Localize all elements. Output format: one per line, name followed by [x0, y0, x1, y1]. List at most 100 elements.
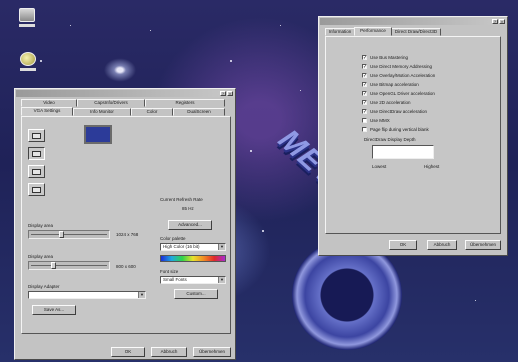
- checkbox[interactable]: ✓: [362, 55, 367, 61]
- tab-caps-info[interactable]: CapsInfo/Drivers: [77, 99, 145, 107]
- vga-settings-panel: Display area 1024 x 768 Display area 800…: [21, 116, 231, 334]
- tab-color[interactable]: Color: [131, 108, 173, 116]
- titlebar[interactable]: ? ×: [320, 18, 506, 25]
- tab-video[interactable]: Video: [21, 99, 77, 107]
- close-icon[interactable]: ×: [227, 91, 233, 96]
- font-area-label: Display area: [28, 254, 54, 259]
- cancel-button[interactable]: Abbruch: [151, 347, 187, 357]
- option-row[interactable]: ✓ Use DirectDraw acceleration: [362, 109, 428, 115]
- custom-button[interactable]: Custom...: [174, 289, 218, 299]
- checkbox[interactable]: ✓: [362, 100, 367, 106]
- close-icon[interactable]: ×: [499, 19, 505, 24]
- star: [475, 300, 476, 301]
- star: [70, 25, 71, 26]
- option-label: Use Direct Memory Addressing: [370, 64, 433, 69]
- option-label: Page flip during vertical blank: [370, 127, 429, 132]
- advanced-button[interactable]: Advanced...: [168, 220, 212, 230]
- option-row[interactable]: ✓ Use Overlay/Motion Acceleration: [362, 73, 436, 79]
- network-icon[interactable]: [18, 52, 38, 71]
- resolution-slider[interactable]: [28, 230, 110, 239]
- star: [300, 90, 301, 91]
- option-label: Use Overlay/Motion Acceleration: [370, 73, 436, 78]
- ok-button[interactable]: OK: [111, 347, 145, 357]
- font-area-value: 800 x 600: [116, 264, 136, 269]
- tab-direct-draw[interactable]: Direct Draw/Direct3D: [391, 28, 441, 36]
- color-spectrum: [160, 255, 226, 262]
- option-row[interactable]: ✓ Use OpenGL Driver acceleration: [362, 91, 435, 97]
- apply-button[interactable]: Übernehmen: [193, 347, 231, 357]
- computer-glyph: [19, 8, 35, 22]
- option-row[interactable]: ✓ Use Direct Memory Addressing: [362, 64, 433, 70]
- font-slider[interactable]: [28, 261, 110, 270]
- cancel-button[interactable]: Abbruch: [427, 240, 457, 250]
- screen-icon: [32, 168, 41, 175]
- screen-icon: [32, 150, 41, 157]
- option-label: Use 2D acceleration: [370, 100, 411, 105]
- monitor-preview: [84, 125, 112, 144]
- option-row[interactable]: Use MMX: [362, 118, 390, 123]
- chevron-down-icon: ▼: [218, 277, 225, 283]
- chevron-down-icon: ▼: [138, 292, 145, 298]
- view-button[interactable]: [28, 183, 45, 196]
- star: [280, 25, 281, 26]
- speed-left-label: Lowest: [372, 164, 387, 169]
- checkbox[interactable]: ✓: [362, 64, 367, 70]
- option-row[interactable]: ✓ Use Bus Mastering: [362, 55, 409, 61]
- titlebar[interactable]: ? ×: [16, 90, 234, 97]
- checkbox[interactable]: [362, 127, 367, 132]
- display-adapter-select[interactable]: ▼: [28, 291, 146, 299]
- my-computer-icon[interactable]: [17, 8, 37, 27]
- view-button[interactable]: [28, 165, 45, 178]
- checkbox[interactable]: ✓: [362, 91, 367, 97]
- slider-rail: [31, 265, 107, 266]
- option-row[interactable]: ✓ Use 2D acceleration: [362, 100, 411, 106]
- icon-caption: [20, 68, 36, 71]
- tab-information[interactable]: Information: [325, 28, 355, 36]
- option-label: Use Bus Mastering: [370, 55, 409, 60]
- resolution-value: 1024 x 768: [116, 232, 139, 237]
- font-size-select[interactable]: Small Fonts ▼: [160, 276, 226, 284]
- slider-thumb[interactable]: [59, 231, 64, 238]
- performance-window[interactable]: ? × Information Performance Direct Draw/…: [318, 16, 508, 256]
- tab-vga-settings[interactable]: VGA Settings: [21, 107, 73, 116]
- view-button[interactable]: [28, 147, 45, 160]
- display-properties-window[interactable]: ? × Video CapsInfo/Drivers Registers VGA…: [14, 88, 236, 360]
- option-label: Use OpenGL Driver acceleration: [370, 91, 435, 96]
- star: [150, 30, 151, 31]
- help-icon[interactable]: ?: [220, 91, 226, 96]
- view-button[interactable]: [28, 129, 45, 142]
- checkbox[interactable]: ✓: [362, 73, 367, 79]
- tab-info-monitor[interactable]: Info Monitor: [73, 108, 131, 116]
- screen-icon: [32, 186, 41, 193]
- tab-performance[interactable]: Performance: [354, 27, 392, 36]
- refresh-label: Current Refresh Rate: [160, 197, 203, 202]
- help-icon[interactable]: ?: [492, 19, 498, 24]
- speed-slider-box[interactable]: [372, 145, 434, 159]
- checkbox[interactable]: ✓: [362, 109, 367, 115]
- star: [250, 150, 252, 152]
- option-label: Use Bitmap acceleration: [370, 82, 419, 87]
- tab-registers[interactable]: Registers: [145, 99, 225, 107]
- color-palette-label: Color palette: [160, 236, 186, 241]
- save-as-button[interactable]: Save As...: [32, 305, 76, 315]
- slider-rail: [31, 234, 107, 235]
- network-glyph: [20, 52, 36, 66]
- checkbox[interactable]: ✓: [362, 82, 367, 88]
- color-palette-select[interactable]: High Color (16 bit) ▼: [160, 243, 226, 251]
- option-row[interactable]: Page flip during vertical blank: [362, 127, 429, 132]
- font-size-label: Font size: [160, 269, 179, 274]
- ok-button[interactable]: OK: [389, 240, 417, 250]
- checkbox[interactable]: [362, 118, 367, 123]
- screen-icon: [32, 132, 41, 139]
- performance-panel: ✓ Use Bus Mastering ✓ Use Direct Memory Ad…: [325, 36, 501, 234]
- tab-dual-screen[interactable]: DualScreen: [173, 108, 225, 116]
- speed-right-label: Highest: [424, 164, 440, 169]
- option-label: Use DirectDraw acceleration: [370, 109, 428, 114]
- slider-thumb[interactable]: [51, 262, 56, 269]
- option-row[interactable]: ✓ Use Bitmap acceleration: [362, 82, 419, 88]
- apply-button[interactable]: Übernehmen: [465, 240, 501, 250]
- option-label: Use MMX: [370, 118, 390, 123]
- star: [230, 60, 232, 62]
- display-adapter-label: Display Adapter: [28, 284, 60, 289]
- star: [262, 230, 264, 232]
